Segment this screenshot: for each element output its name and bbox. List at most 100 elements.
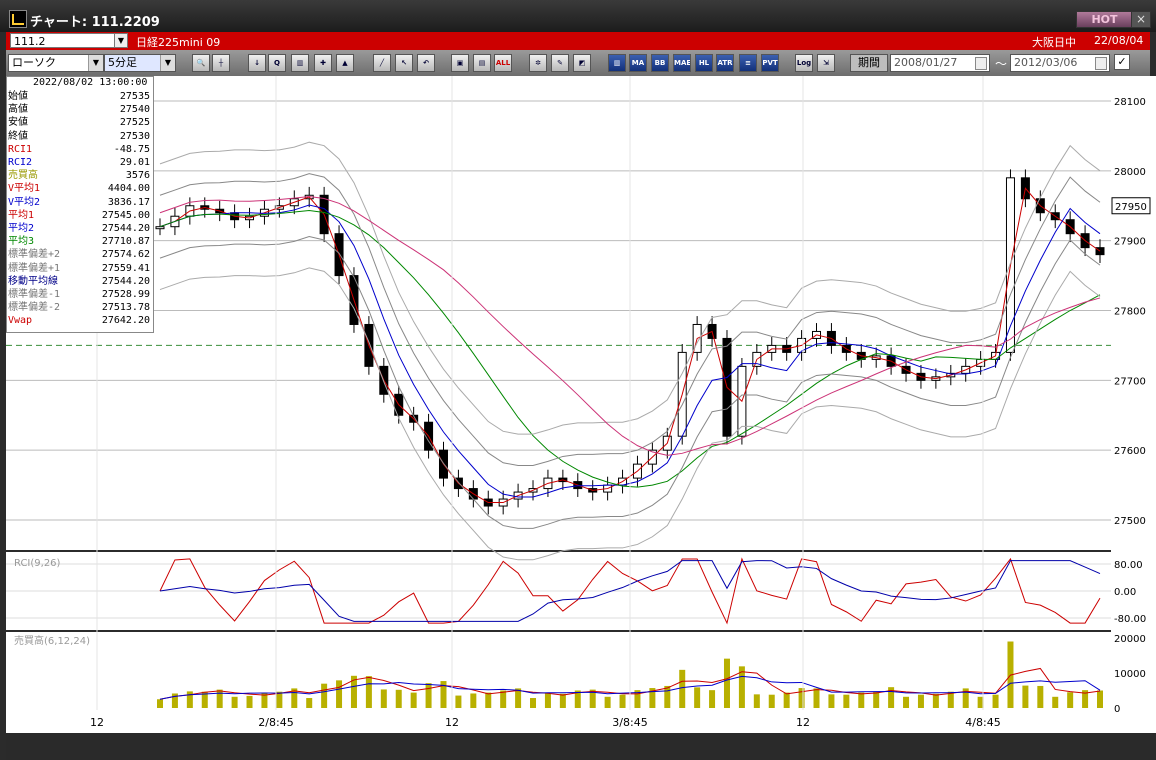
volume-bar <box>843 694 850 708</box>
info-label: RCI1 <box>8 143 33 155</box>
volume-bar <box>932 693 939 708</box>
date-from-input[interactable]: 2008/01/27 <box>890 54 990 72</box>
info-label: Vwap <box>8 315 33 327</box>
box-a-icon[interactable]: ▣ <box>451 54 469 72</box>
arrow-icon[interactable]: ↖ <box>395 54 413 72</box>
env-icon[interactable]: ≡ <box>739 54 757 72</box>
period-button[interactable]: 期間 <box>850 54 888 72</box>
volume-bar <box>917 694 924 708</box>
title-bar[interactable]: チャート: 111.2209 HOT × <box>0 0 1156 32</box>
log-button[interactable]: Log <box>795 54 813 72</box>
info-value: 3836.17 <box>107 196 150 208</box>
volume-bar <box>783 692 790 708</box>
tool-b-icon[interactable]: Q <box>268 54 286 72</box>
volume-bar <box>813 688 820 708</box>
all-button[interactable]: ALL <box>494 54 512 72</box>
export-icon[interactable]: ⇲ <box>817 54 835 72</box>
atr-button[interactable]: ATR <box>716 54 734 72</box>
volume-bar <box>1052 696 1059 708</box>
ma-button[interactable]: MA <box>629 54 647 72</box>
volume-bar <box>619 694 626 708</box>
tool-d-icon[interactable]: ✚ <box>314 54 332 72</box>
rci-tick-label: 80.00 <box>1114 560 1143 571</box>
search-icon[interactable]: 🔍 <box>192 54 210 72</box>
volume-bar <box>485 692 492 708</box>
volume-bar <box>1022 685 1029 708</box>
box-b-icon[interactable]: ▤ <box>473 54 491 72</box>
chart-window: チャート: 111.2209 HOT × 111.2 ▼ 日経225mini 0… <box>0 0 1156 760</box>
chart-app-icon <box>9 10 27 28</box>
chart-scrollbar[interactable] <box>6 733 1150 760</box>
volume-tick-label: 20000 <box>1114 634 1146 645</box>
volume-bar <box>709 690 716 708</box>
info-row: 高値 27540 <box>7 103 153 116</box>
info-row: 売買高 3576 <box>7 169 153 182</box>
chart-style-select[interactable]: ローソク ▼ <box>8 54 104 72</box>
volume-bar <box>604 696 611 708</box>
info-label: V平均2 <box>8 196 41 208</box>
pen-icon[interactable]: ✎ <box>551 54 569 72</box>
info-value: 27544.20 <box>101 275 150 287</box>
time-tick-label: 2/8:45 <box>258 716 293 729</box>
info-row: 標準偏差-2 27513.78 <box>7 301 153 314</box>
info-value: 3576 <box>125 170 150 182</box>
tool-e-icon[interactable]: ▲ <box>336 54 354 72</box>
info-row: RCI1 -48.75 <box>7 143 153 156</box>
volume-bar <box>873 691 880 708</box>
crosshair-icon[interactable]: ┼ <box>212 54 230 72</box>
volume-panel <box>6 632 1111 710</box>
info-value: 27530 <box>119 130 150 142</box>
session-label: 大阪日中 <box>1032 36 1076 49</box>
volume-bar <box>157 699 163 708</box>
close-button[interactable]: × <box>1131 11 1151 28</box>
symbol-dropdown-icon[interactable]: ▼ <box>114 33 128 48</box>
time-tick-label: 4/8:45 <box>965 716 1000 729</box>
info-value: 27642.20 <box>101 315 150 327</box>
interval-select[interactable]: 5分足 ▼ <box>104 54 176 72</box>
info-value: 4404.00 <box>107 183 150 195</box>
volume-bar <box>723 658 730 708</box>
tool-a-icon[interactable]: ↓ <box>248 54 266 72</box>
calendar-icon[interactable] <box>975 57 987 70</box>
symbol-code-input[interactable]: 111.2 <box>10 33 128 48</box>
info-row: 終値 27530 <box>7 130 153 143</box>
chevron-down-icon: ▼ <box>88 55 103 71</box>
volume-bar <box>768 694 775 708</box>
volume-bar <box>276 691 283 708</box>
settings-icon[interactable]: ✲ <box>529 54 547 72</box>
date-to-input[interactable]: 2012/03/06 <box>1010 54 1110 72</box>
time-tick-label: 3/8:45 <box>612 716 647 729</box>
volume-bar <box>530 698 537 708</box>
calendar-icon[interactable] <box>1095 57 1107 70</box>
tool-c-icon[interactable]: ▥ <box>291 54 309 72</box>
info-value: 27559.41 <box>101 262 150 274</box>
draw-line-icon[interactable]: ╱ <box>373 54 391 72</box>
volume-bar <box>992 694 999 708</box>
volume-bar <box>246 695 253 708</box>
info-value: 27545.00 <box>101 209 150 221</box>
volume-bar <box>858 692 865 708</box>
info-label: 始値 <box>8 91 28 102</box>
volume-bar <box>470 693 477 708</box>
mae-button[interactable]: MAE <box>673 54 691 72</box>
hl-button[interactable]: HL <box>695 54 713 72</box>
pvt-button[interactable]: PVT <box>761 54 779 72</box>
info-label: 平均3 <box>8 236 35 248</box>
bb-button[interactable]: BB <box>651 54 669 72</box>
volume-bar <box>903 696 910 708</box>
info-label: RCI2 <box>8 157 33 168</box>
info-value: 27513.78 <box>101 302 150 314</box>
hot-button[interactable]: HOT <box>1076 11 1133 28</box>
price-chart[interactable]: 28100 28000 27900 27800 27700 27600 27500 27950… <box>0 76 1156 733</box>
volume-bar <box>216 689 223 708</box>
window-title: チャート: 111.2209 <box>30 15 160 30</box>
price-tick-label: 27600 <box>1114 446 1146 457</box>
checkbox-icon[interactable]: ✓ <box>1114 54 1130 70</box>
volume-tick-label: 0 <box>1114 704 1120 715</box>
color-icon[interactable]: ◩ <box>573 54 591 72</box>
info-row: 標準偏差-1 27528.99 <box>7 288 153 301</box>
undo-icon[interactable]: ↶ <box>417 54 435 72</box>
volume-icon[interactable]: ▥ <box>608 54 626 72</box>
info-label: V平均1 <box>8 183 41 195</box>
volume-title: 売買高(6,12,24) <box>14 634 90 647</box>
